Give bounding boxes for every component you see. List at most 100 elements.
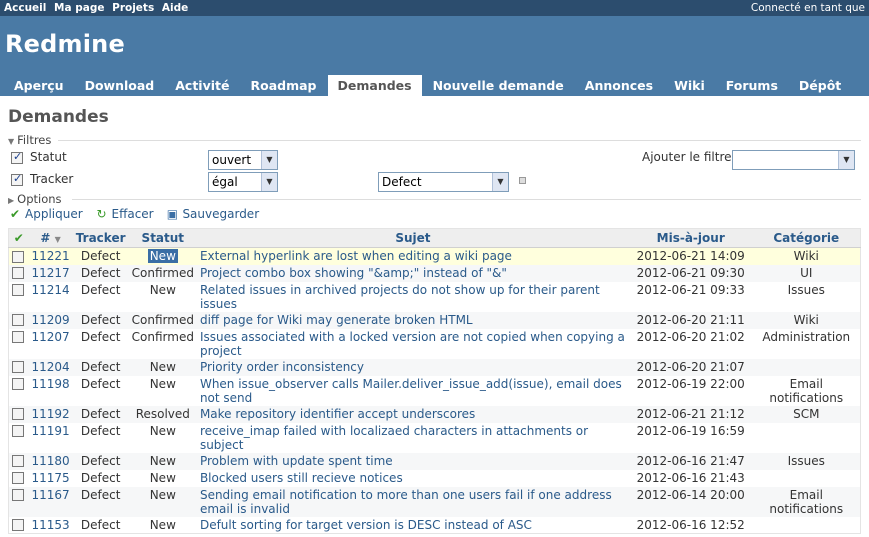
status-operator-select[interactable]: ouvert ▼: [208, 150, 278, 170]
table-row[interactable]: 11180 Defect New Problem with update spent …: [8, 452, 861, 470]
row-checkbox[interactable]: [8, 469, 29, 487]
issue-id-link[interactable]: 11191: [31, 424, 69, 438]
column-header-category[interactable]: Catégorie: [752, 228, 861, 248]
issue-subject-link[interactable]: External hyperlink are lost when editing…: [200, 249, 512, 263]
column-header-status[interactable]: Statut: [128, 228, 197, 248]
issue-status-text: New: [149, 282, 176, 297]
tracker-value-select[interactable]: Defect ▼: [378, 172, 509, 192]
issue-subject-link[interactable]: Make repository identifier accept unders…: [200, 407, 475, 421]
table-row[interactable]: 11192 Defect Resolved Make repository ident…: [8, 405, 861, 423]
top-menu-my-page[interactable]: Ma page: [54, 2, 104, 14]
row-checkbox[interactable]: [8, 422, 29, 453]
table-row[interactable]: 11198 Defect New When issue_observer calls …: [8, 375, 861, 406]
row-checkbox-box[interactable]: [12, 314, 24, 326]
issue-id-link[interactable]: 11217: [31, 266, 69, 280]
issue-id-link[interactable]: 11209: [31, 313, 69, 327]
save-button[interactable]: ▣ Sauvegarder: [165, 207, 259, 221]
tab-roadmap[interactable]: Roadmap: [240, 75, 326, 96]
row-checkbox-box[interactable]: [12, 378, 24, 390]
tab-depot[interactable]: Dépôt: [789, 75, 851, 96]
issue-id-link[interactable]: 11175: [31, 471, 69, 485]
issue-status-text: Confirmed: [131, 265, 194, 280]
issue-subject-link[interactable]: Blocked users still recieve notices: [200, 471, 403, 485]
table-row[interactable]: 11207 Defect Confirmed Issues associated wi…: [8, 328, 861, 359]
row-checkbox-box[interactable]: [12, 331, 24, 343]
row-checkbox[interactable]: [8, 452, 29, 470]
check-all-icon[interactable]: ✔: [8, 228, 29, 248]
row-checkbox[interactable]: [8, 375, 29, 406]
row-checkbox-box[interactable]: [12, 408, 24, 420]
issue-subject-link[interactable]: Sending email notification to more than …: [200, 488, 612, 516]
row-checkbox[interactable]: [8, 405, 29, 423]
issue-subject-link[interactable]: Priority order inconsistency: [200, 360, 364, 374]
row-checkbox[interactable]: [8, 328, 29, 359]
tab-forums[interactable]: Forums: [716, 75, 788, 96]
collapse-triangle-icon[interactable]: ▼: [8, 137, 14, 146]
tab-wiki[interactable]: Wiki: [664, 75, 715, 96]
tracker-operator-select[interactable]: égal ▼: [208, 172, 278, 192]
row-checkbox[interactable]: [8, 516, 29, 534]
multi-select-toggle-icon[interactable]: [519, 177, 526, 184]
tab-demandes[interactable]: Demandes: [327, 75, 422, 96]
table-row[interactable]: 11191 Defect New receive_imap failed with l…: [8, 422, 861, 453]
row-checkbox-box[interactable]: [12, 284, 24, 296]
issue-id-link[interactable]: 11192: [31, 407, 69, 421]
row-checkbox-box[interactable]: [12, 361, 24, 373]
issue-subject-link[interactable]: receive_imap failed with localizaed char…: [200, 424, 588, 452]
table-row[interactable]: 11175 Defect New Blocked users still reciev…: [8, 469, 861, 487]
issue-subject-link[interactable]: Related issues in archived projects do n…: [200, 283, 600, 311]
row-checkbox[interactable]: [8, 247, 29, 265]
add-filter-select[interactable]: ▼: [732, 150, 855, 170]
row-checkbox[interactable]: [8, 358, 29, 376]
table-row[interactable]: 11214 Defect New Related issues in archived…: [8, 281, 861, 312]
row-checkbox[interactable]: [8, 311, 29, 329]
clear-button[interactable]: ↻ Effacer: [94, 207, 153, 221]
top-menu-home[interactable]: Accueil: [4, 2, 46, 14]
row-checkbox-box[interactable]: [12, 267, 24, 279]
row-checkbox-box[interactable]: [12, 250, 24, 263]
table-row[interactable]: 11153 Defect New Defult sorting for target …: [8, 516, 861, 534]
issue-id-link[interactable]: 11214: [31, 283, 69, 297]
row-checkbox-box[interactable]: [12, 489, 24, 501]
issue-subject-link[interactable]: Problem with update spent time: [200, 454, 393, 468]
tab-download[interactable]: Download: [75, 75, 165, 96]
table-row[interactable]: 11209 Defect Confirmed diff page for Wiki m…: [8, 311, 861, 329]
issue-id-link[interactable]: 11198: [31, 377, 69, 391]
issue-id-link[interactable]: 11153: [31, 518, 69, 532]
issue-subject-link[interactable]: Issues associated with a locked version …: [200, 330, 625, 358]
column-header-tracker[interactable]: Tracker: [72, 228, 129, 248]
row-checkbox-box[interactable]: [12, 455, 24, 467]
issue-subject-link[interactable]: Defult sorting for target version is DES…: [200, 518, 532, 532]
top-menu-projects[interactable]: Projets: [112, 2, 154, 14]
row-checkbox[interactable]: [8, 281, 29, 312]
row-checkbox[interactable]: [8, 264, 29, 282]
row-checkbox[interactable]: [8, 486, 29, 517]
column-header-subject[interactable]: Sujet: [196, 228, 629, 248]
top-menu-help[interactable]: Aide: [162, 2, 188, 14]
issue-id-link[interactable]: 11204: [31, 360, 69, 374]
row-checkbox-box[interactable]: [12, 472, 24, 484]
issue-subject-link[interactable]: diff page for Wiki may generate broken H…: [200, 313, 473, 327]
issue-id-link[interactable]: 11207: [31, 330, 69, 344]
row-checkbox-box[interactable]: [12, 425, 24, 437]
tab-apercu[interactable]: Aperçu: [4, 75, 74, 96]
status-filter-checkbox[interactable]: [11, 150, 23, 164]
issue-id-link[interactable]: 11167: [31, 488, 69, 502]
tracker-filter-checkbox[interactable]: [11, 172, 23, 186]
column-header-updated[interactable]: Mis-à-jour: [628, 228, 753, 248]
issue-tracker: Defect: [72, 486, 129, 517]
column-header-id[interactable]: # ▼: [28, 228, 73, 248]
issue-subject-link[interactable]: When issue_observer calls Mailer.deliver…: [200, 377, 622, 405]
issue-id-link[interactable]: 11221: [31, 249, 69, 263]
issue-subject-link[interactable]: Project combo box showing "&amp;" instea…: [200, 266, 507, 280]
tab-annonces[interactable]: Annonces: [575, 75, 663, 96]
table-row[interactable]: 11221 Defect New External hyperlink are los…: [8, 247, 861, 265]
table-row[interactable]: 11167 Defect New Sending email notification…: [8, 486, 861, 517]
apply-button[interactable]: ✔ Appliquer: [8, 207, 83, 221]
row-checkbox-box[interactable]: [12, 519, 24, 531]
tab-activite[interactable]: Activité: [165, 75, 239, 96]
table-row[interactable]: 11204 Defect New Priority order inconsisten…: [8, 358, 861, 376]
table-row[interactable]: 11217 Defect Confirmed Project combo box sh…: [8, 264, 861, 282]
tab-nouvelle-demande[interactable]: Nouvelle demande: [423, 75, 574, 96]
issue-id-link[interactable]: 11180: [31, 454, 69, 468]
